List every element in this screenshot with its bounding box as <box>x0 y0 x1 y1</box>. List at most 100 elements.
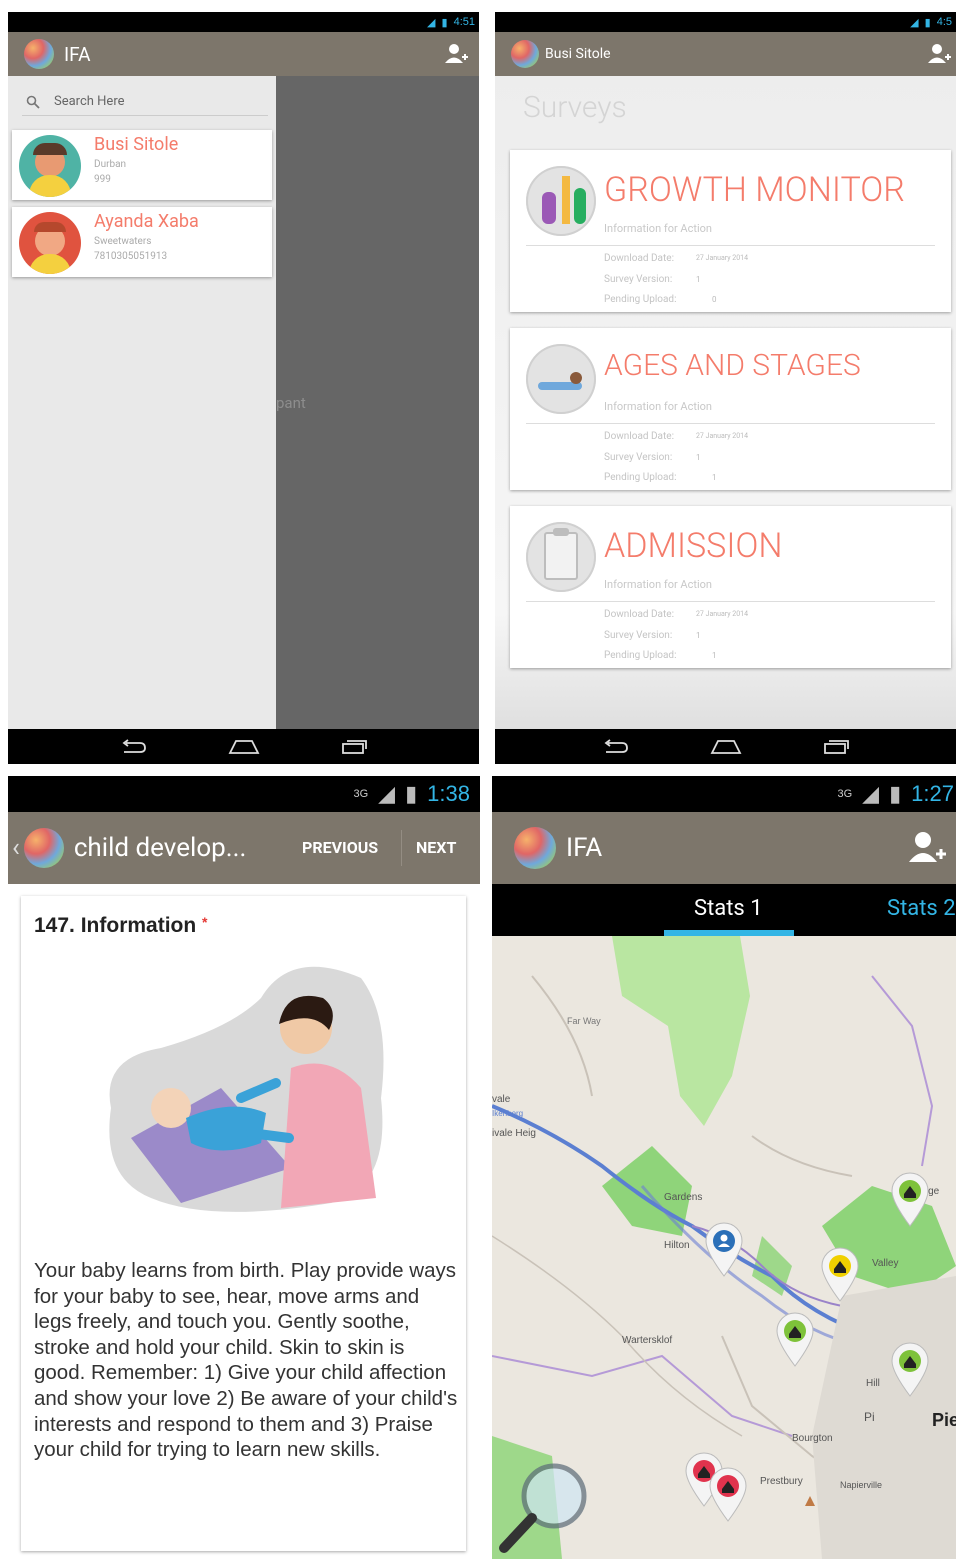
search-input[interactable]: Search Here <box>54 94 125 109</box>
map-label: Gardens <box>664 1192 702 1203</box>
recents-icon[interactable] <box>822 739 850 755</box>
battery-icon: ▮ <box>441 16 448 29</box>
tab-stats-1[interactable]: Stats 1 <box>694 896 763 921</box>
pending-label: Pending Upload: <box>604 294 677 305</box>
status-bar: ◢ ▮ 4:5 <box>495 12 956 32</box>
clipboard-icon <box>526 522 596 592</box>
pending-value: 0 <box>712 295 717 304</box>
contact-id: 7810305051913 <box>94 251 168 262</box>
drawer-scrim[interactable]: pant <box>276 76 479 729</box>
contact-card[interactable]: Ayanda Xaba Sweetwaters 7810305051913 <box>12 207 272 277</box>
avatar <box>19 135 81 197</box>
app-bar: IFA <box>8 32 479 76</box>
status-time: 4:51 <box>453 16 475 28</box>
contact-name: Busi Sitole <box>94 134 179 155</box>
add-user-icon[interactable] <box>906 828 946 868</box>
app-logo-icon[interactable] <box>24 39 54 69</box>
version-value: 1 <box>696 275 701 284</box>
app-bar: ‹ child develop... PREVIOUS NEXT <box>8 812 480 884</box>
baby-illustration <box>109 966 384 1212</box>
pending-value: 1 <box>712 473 717 482</box>
survey-card[interactable]: ADMISSION Information for Action Downloa… <box>510 506 951 668</box>
map-label: Hilton <box>664 1240 690 1251</box>
contact-name: Ayanda Xaba <box>94 211 199 232</box>
version-label: Survey Version: <box>604 630 673 641</box>
app-bar: Busi Sitole <box>495 32 956 76</box>
survey-card[interactable]: GROWTH MONITOR Information for Action Do… <box>510 150 951 312</box>
add-user-icon[interactable] <box>443 41 469 67</box>
status-time: 4:5 <box>936 16 952 28</box>
growth-monitor-icon <box>526 166 596 236</box>
survey-title: GROWTH MONITOR <box>604 170 905 210</box>
map-screen: 3G ◢ ▮ 1:27 IFA Stats 1 Stats 2 vale iva… <box>492 776 956 1559</box>
pending-value: 1 <box>712 651 717 660</box>
status-time: 1:27 <box>911 781 954 806</box>
recents-icon[interactable] <box>340 739 368 755</box>
previous-button[interactable]: PREVIOUS <box>302 838 378 857</box>
signal-icon: ◢ <box>378 781 396 806</box>
app-bar: IFA <box>492 812 956 884</box>
signal-icon: ◢ <box>862 781 880 806</box>
back-icon[interactable] <box>120 738 148 755</box>
next-button[interactable]: NEXT <box>416 838 456 857</box>
survey-card[interactable]: AGES AND STAGES Information for Action D… <box>510 328 951 490</box>
version-label: Survey Version: <box>604 274 673 285</box>
survey-title: ADMISSION <box>604 526 783 566</box>
map-label: Ikenberg <box>492 1109 523 1118</box>
avatar <box>19 212 81 274</box>
survey-subtitle: Information for Action <box>604 578 712 591</box>
contact-location: Sweetwaters <box>94 236 152 247</box>
back-icon[interactable] <box>602 738 630 755</box>
signal-icon: ◢ <box>910 16 919 29</box>
nav-bar <box>495 729 956 764</box>
map-label: Far Way <box>567 1016 601 1026</box>
app-title: IFA <box>566 833 603 863</box>
download-value: 27 January 2014 <box>696 432 749 440</box>
battery-icon: ▮ <box>405 781 418 806</box>
map-label: Hill <box>866 1378 880 1389</box>
status-bar: 3G ◢ ▮ 1:27 <box>492 776 956 812</box>
tab-bar: Stats 1 Stats 2 <box>492 884 956 936</box>
app-title: Busi Sitole <box>545 46 611 62</box>
ages-and-stages-icon <box>526 344 596 414</box>
battery-icon: ▮ <box>924 16 931 29</box>
app-logo-icon[interactable] <box>23 828 64 868</box>
pending-label: Pending Upload: <box>604 472 677 483</box>
toolbar-divider <box>401 830 402 866</box>
home-icon[interactable] <box>710 739 742 755</box>
up-arrow-icon[interactable]: ‹ <box>12 833 20 863</box>
divider <box>526 245 935 246</box>
contact-card[interactable]: Busi Sitole Durban 999 <box>12 130 272 200</box>
download-value: 27 January 2014 <box>696 254 749 262</box>
signal-icon: ◢ <box>427 16 436 29</box>
map-label: Bourgton <box>792 1433 833 1444</box>
app-logo-icon[interactable] <box>511 40 539 68</box>
download-label: Download Date: <box>604 431 674 442</box>
map-label: ivale Heig <box>492 1128 536 1139</box>
question-card: 147. Information * Your baby learns from… <box>21 896 466 1551</box>
question-title-text: 147. Information <box>34 914 197 937</box>
download-label: Download Date: <box>604 253 674 264</box>
network-type: 3G <box>837 788 853 800</box>
download-label: Download Date: <box>604 609 674 620</box>
app-title: child develop... <box>73 833 247 863</box>
tab-stats-2[interactable]: Stats 2 <box>887 896 956 921</box>
question-body: Your baby learns from birth. Play provid… <box>34 1259 458 1462</box>
version-value: 1 <box>696 631 701 640</box>
add-user-icon[interactable] <box>926 41 952 67</box>
battery-icon: ▮ <box>889 781 902 806</box>
map-label: Prestbury <box>760 1476 803 1487</box>
divider <box>526 601 935 602</box>
version-value: 1 <box>696 453 701 462</box>
search-bar[interactable]: Search Here <box>22 88 268 116</box>
version-label: Survey Version: <box>604 452 673 463</box>
status-bar: 3G ◢ ▮ 1:38 <box>8 776 480 812</box>
home-icon[interactable] <box>228 739 260 755</box>
pending-label: Pending Upload: <box>604 650 677 661</box>
app-logo-icon[interactable] <box>514 827 556 869</box>
status-bar: ◢ ▮ 4:51 <box>8 12 479 32</box>
app-title: IFA <box>64 42 91 66</box>
background-text: pant <box>276 394 306 412</box>
map-view[interactable]: vale ivale Heig Ikenberg Far Way Gardens… <box>492 936 956 1559</box>
map-label: Napierville <box>840 1480 882 1490</box>
